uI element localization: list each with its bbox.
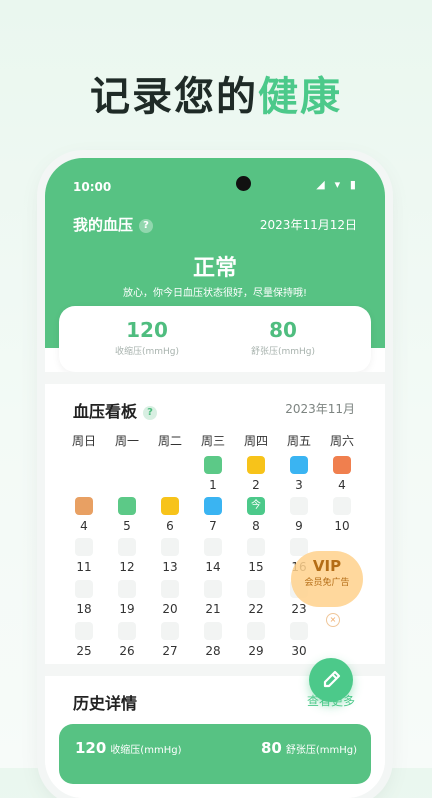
diastolic-value: 80 舒张压(mmHg) — [250, 318, 316, 357]
vip-text: 会员免广告 — [304, 578, 350, 588]
weekday-mon: 周一 — [114, 434, 139, 448]
history-diastolic: 80 舒张压(mmHg) — [260, 739, 357, 757]
calendar-day[interactable]: 10 — [320, 497, 364, 535]
vip-badge[interactable]: VIP 会员免广告 — [291, 551, 363, 607]
calendar-day[interactable]: 28 — [191, 622, 235, 660]
weekday-tue: 周二 — [157, 434, 182, 448]
calendar-day[interactable]: 26 — [105, 622, 149, 660]
calendar-day[interactable]: 19 — [105, 580, 149, 618]
calendar-day[interactable]: 2 — [234, 456, 278, 494]
camera-notch — [236, 176, 251, 191]
bp-values-card: 120 收缩压(mmHg) 80 舒张压(mmHg) — [59, 306, 371, 372]
calendar-day[interactable]: 20 — [148, 580, 192, 618]
calendar-day[interactable]: 14 — [191, 538, 235, 576]
weekday-sat: 周六 — [329, 434, 354, 448]
systolic-value: 120 收缩压(mmHg) — [114, 318, 180, 357]
calendar-day[interactable]: 6 — [148, 497, 192, 535]
calendar-day[interactable]: 27 — [148, 622, 192, 660]
add-record-button[interactable] — [309, 658, 353, 702]
headline-part1: 记录您的 — [90, 74, 258, 120]
calendar-day[interactable]: 12 — [105, 538, 149, 576]
help-icon[interactable]: ? — [139, 219, 154, 233]
calendar-day[interactable]: 15 — [234, 538, 278, 576]
weekday-wed: 周三 — [200, 434, 225, 448]
calendar-day[interactable]: 7 — [191, 497, 235, 535]
headline-part2: 健康 — [258, 74, 342, 120]
calendar-day[interactable]: 18 — [62, 580, 106, 618]
calendar-day[interactable]: 13 — [148, 538, 192, 576]
calendar-day-today[interactable]: 今8 — [234, 497, 278, 535]
calendar-day[interactable]: 9 — [277, 497, 321, 535]
calendar-day[interactable]: 21 — [191, 580, 235, 618]
calendar-day[interactable]: 4 — [320, 456, 364, 494]
calendar-day[interactable]: 4 — [62, 497, 106, 535]
phone-side-button-bottom — [386, 386, 390, 456]
vip-close-icon[interactable]: × — [326, 613, 340, 627]
weekday-thu: 周四 — [243, 434, 268, 448]
status-bar: 10:00 ◢ ▾ ▮ — [73, 176, 359, 194]
weekday-fri: 周五 — [286, 434, 311, 448]
calendar-day[interactable]: 25 — [62, 622, 106, 660]
section-divider — [45, 372, 385, 384]
calendar-day[interactable]: 29 — [234, 622, 278, 660]
phone-side-button-top — [386, 336, 390, 376]
bp-status: 正常 — [192, 256, 237, 281]
bp-date[interactable]: 2023年11月12日 — [260, 216, 357, 233]
calendar-day[interactable]: 11 — [62, 538, 106, 576]
calendar-day[interactable]: 5 — [105, 497, 149, 535]
calendar-day[interactable]: 22 — [234, 580, 278, 618]
kanban-title: 血压看板? — [73, 398, 158, 422]
weekday-sun: 周日 — [71, 434, 96, 448]
kanban-month[interactable]: 2023年11月 — [285, 400, 355, 417]
calendar-day[interactable]: 30 — [277, 622, 321, 660]
help-icon[interactable]: ? — [143, 406, 158, 420]
calendar-day[interactable]: 3 — [277, 456, 321, 494]
status-time: 10:00 — [73, 180, 112, 194]
phone-screen: 10:00 ◢ ▾ ▮ 我的血压? 2023年11月12日 正常 放心，你今日血… — [45, 158, 385, 798]
status-icons: ◢ ▾ ▮ — [316, 178, 359, 191]
history-title: 历史详情 — [73, 694, 138, 713]
bp-title: 我的血压? — [73, 214, 154, 235]
pencil-icon — [323, 670, 341, 688]
history-systolic: 120 收缩压(mmHg) — [75, 739, 182, 757]
bp-message: 放心，你今日血压状态很好，尽量保持哦! — [122, 288, 307, 299]
vip-label: VIP — [312, 557, 342, 575]
history-card[interactable]: 120 收缩压(mmHg) 80 舒张压(mmHg) — [59, 724, 371, 784]
page-headline: 记录您的健康 — [0, 64, 432, 122]
calendar-day[interactable]: 1 — [191, 456, 235, 494]
